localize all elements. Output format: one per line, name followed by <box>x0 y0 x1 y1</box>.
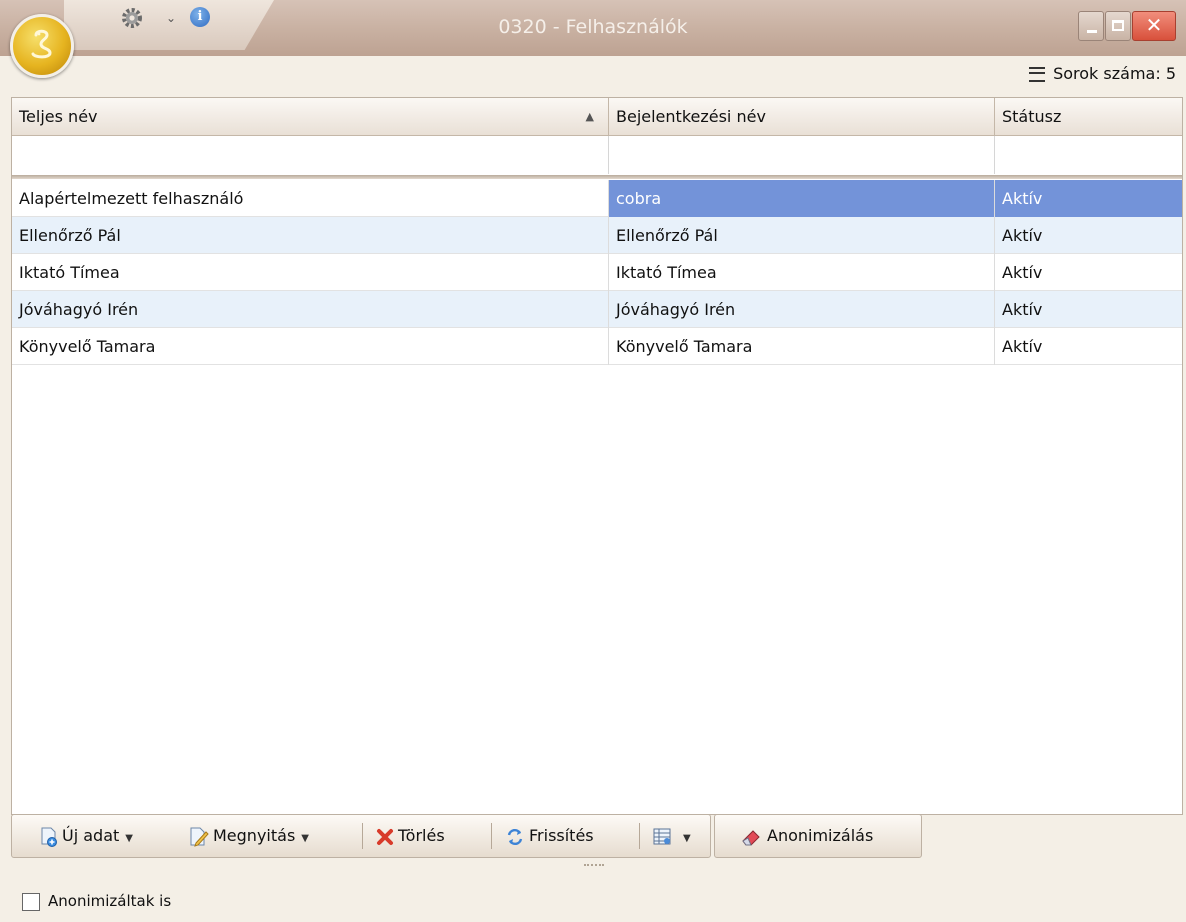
cobra-logo-icon <box>31 29 52 59</box>
table-row[interactable]: Könyvelő Tamara Könyvelő Tamara Aktív <box>12 328 1182 365</box>
filter-separator <box>12 175 1182 179</box>
refresh-icon <box>507 828 523 845</box>
anonymized-checkbox-row[interactable]: Anonimizáltak is <box>22 890 171 912</box>
red-x-icon <box>377 828 393 845</box>
cell-login[interactable]: Iktató Tímea <box>609 254 995 291</box>
open-button[interactable]: Megnyitás ▼ <box>189 815 309 857</box>
toolbar-separator <box>491 823 492 849</box>
chevron-down-icon[interactable]: ▼ <box>125 833 133 844</box>
cell-status[interactable]: Aktív <box>995 291 1182 328</box>
sort-ascending-icon: ▲ <box>585 110 594 123</box>
cell-full-name[interactable]: Könyvelő Tamara <box>12 328 609 365</box>
anonymize-toolbar: Anonimizálás <box>714 814 922 858</box>
action-toolbar: Új adat ▼ Megnyitás ▼ Törlés Frissítés ▼ <box>11 814 711 858</box>
list-lines-icon <box>1029 67 1046 82</box>
cell-full-name[interactable]: Iktató Tímea <box>12 254 609 291</box>
app-menu-button[interactable] <box>10 14 74 78</box>
table-row[interactable]: Jóváhagyó Irén Jóváhagyó Irén Aktív <box>12 291 1182 328</box>
column-header-label: Státusz <box>1002 107 1062 126</box>
row-count: Sorok száma: 5 <box>1029 64 1176 83</box>
anonymized-checkbox-label: Anonimizáltak is <box>48 892 172 910</box>
open-button-label: Megnyitás <box>213 826 296 845</box>
cell-full-name[interactable]: Alapértelmezett felhasználó <box>12 180 609 217</box>
cell-status[interactable]: Aktív <box>995 328 1182 365</box>
cell-login[interactable]: cobra <box>609 180 995 217</box>
anonymize-button-label: Anonimizálás <box>767 826 874 845</box>
cell-status[interactable]: Aktív <box>995 254 1182 291</box>
cell-full-name[interactable]: Ellenőrző Pál <box>12 217 609 254</box>
toolbar-separator <box>639 823 640 849</box>
cell-status[interactable]: Aktív <box>995 217 1182 254</box>
cell-login[interactable]: Könyvelő Tamara <box>609 328 995 365</box>
cell-login[interactable]: Jóváhagyó Irén <box>609 291 995 328</box>
gear-icon[interactable] <box>120 6 144 34</box>
anonymized-checkbox[interactable] <box>22 892 40 911</box>
chevron-down-icon[interactable]: ⌄ <box>166 11 176 25</box>
title-bar: 0320 - Felhasználók ✕ <box>0 0 1186 56</box>
toolbar-separator <box>362 823 363 849</box>
filter-row <box>12 136 1182 174</box>
panel-splitter[interactable] <box>584 864 604 870</box>
grid-header: Teljes név ▲ Bejelentkezési név Státusz <box>12 98 1182 136</box>
cell-login[interactable]: Ellenőrző Pál <box>609 217 995 254</box>
filter-full-name-input[interactable] <box>12 136 609 174</box>
grid-layout-icon <box>653 828 671 844</box>
chevron-down-icon[interactable]: ▼ <box>301 833 309 844</box>
quick-access-tab <box>64 0 274 50</box>
new-button-label: Új adat <box>62 826 120 845</box>
delete-button-label: Törlés <box>398 826 445 845</box>
close-button[interactable]: ✕ <box>1132 11 1176 41</box>
table-row[interactable]: Ellenőrző Pál Ellenőrző Pál Aktív <box>12 217 1182 254</box>
maximize-button[interactable] <box>1105 11 1131 41</box>
new-button[interactable]: Új adat ▼ <box>40 815 133 857</box>
info-icon[interactable]: i <box>190 7 210 27</box>
filter-login-input[interactable] <box>609 136 995 174</box>
table-row[interactable]: Alapértelmezett felhasználó cobra Aktív <box>12 180 1182 217</box>
column-header-full-name[interactable]: Teljes név ▲ <box>12 98 609 135</box>
delete-button[interactable]: Törlés <box>376 815 445 857</box>
column-header-status[interactable]: Státusz <box>995 98 1182 135</box>
layout-button[interactable]: ▼ <box>653 815 691 857</box>
anonymize-button[interactable]: Anonimizálás <box>741 815 873 857</box>
refresh-button-label: Frissítés <box>529 826 594 845</box>
table-row[interactable]: Iktató Tímea Iktató Tímea Aktív <box>12 254 1182 291</box>
edit-document-icon <box>190 827 209 847</box>
filter-status-input[interactable] <box>995 136 1182 174</box>
cell-full-name[interactable]: Jóváhagyó Irén <box>12 291 609 328</box>
chevron-down-icon[interactable]: ▼ <box>683 833 691 844</box>
new-document-icon <box>41 827 57 847</box>
eraser-icon <box>742 829 760 845</box>
column-header-label: Bejelentkezési név <box>616 107 766 126</box>
minimize-button[interactable] <box>1078 11 1104 41</box>
cell-status[interactable]: Aktív <box>995 180 1182 217</box>
column-header-label: Teljes név <box>19 107 98 126</box>
column-header-login[interactable]: Bejelentkezési név <box>609 98 995 135</box>
row-count-label: Sorok száma: 5 <box>1053 64 1176 83</box>
users-grid: Teljes név ▲ Bejelentkezési név Státusz … <box>11 97 1183 815</box>
refresh-button[interactable]: Frissítés <box>505 815 594 857</box>
